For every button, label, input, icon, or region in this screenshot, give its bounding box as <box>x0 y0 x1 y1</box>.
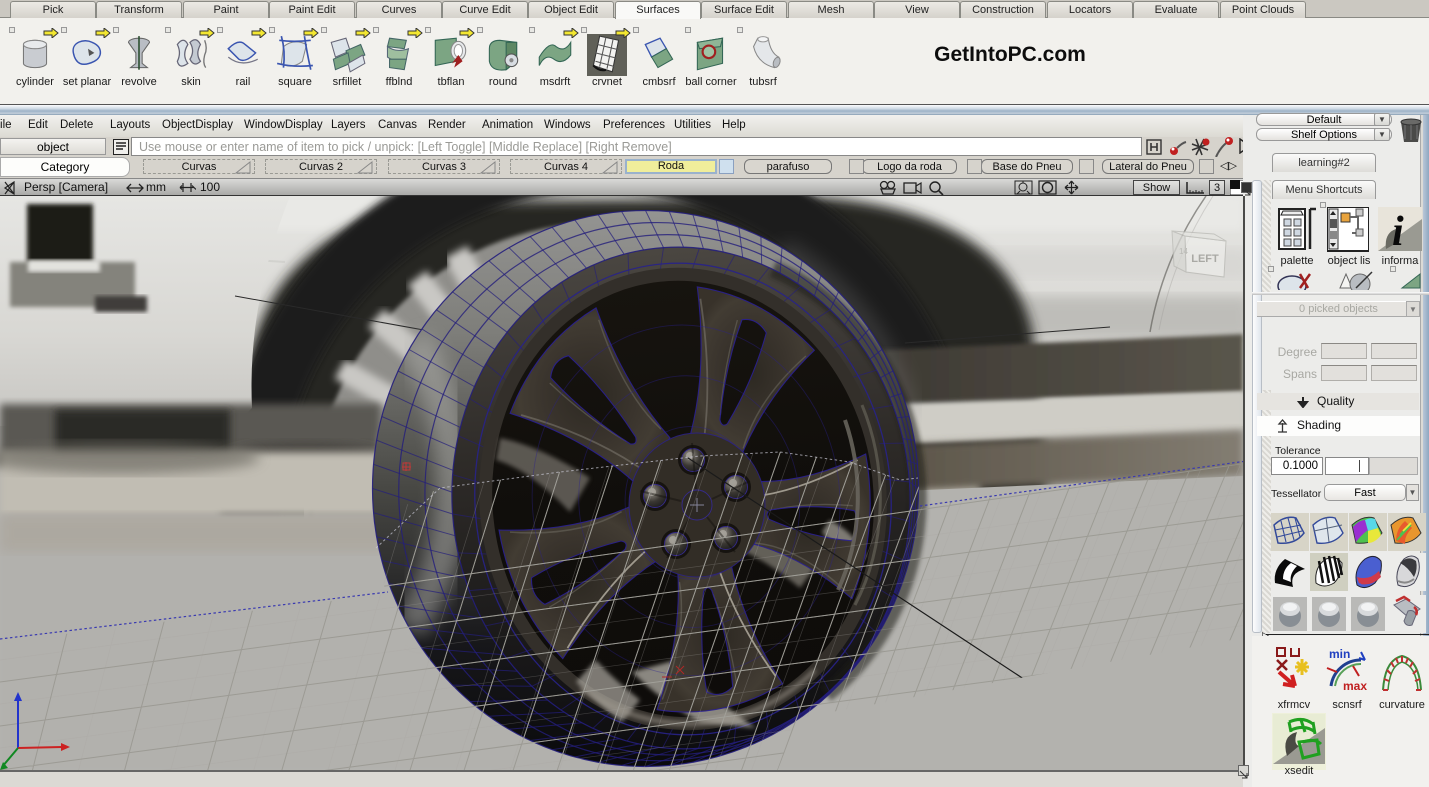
svg-text:i: i <box>1392 209 1404 253</box>
svg-text:min: min <box>1329 647 1350 661</box>
svg-text:max: max <box>1343 679 1367 693</box>
svg-text:LEFT: LEFT <box>1191 253 1219 265</box>
svg-text:14: 14 <box>1179 247 1188 256</box>
